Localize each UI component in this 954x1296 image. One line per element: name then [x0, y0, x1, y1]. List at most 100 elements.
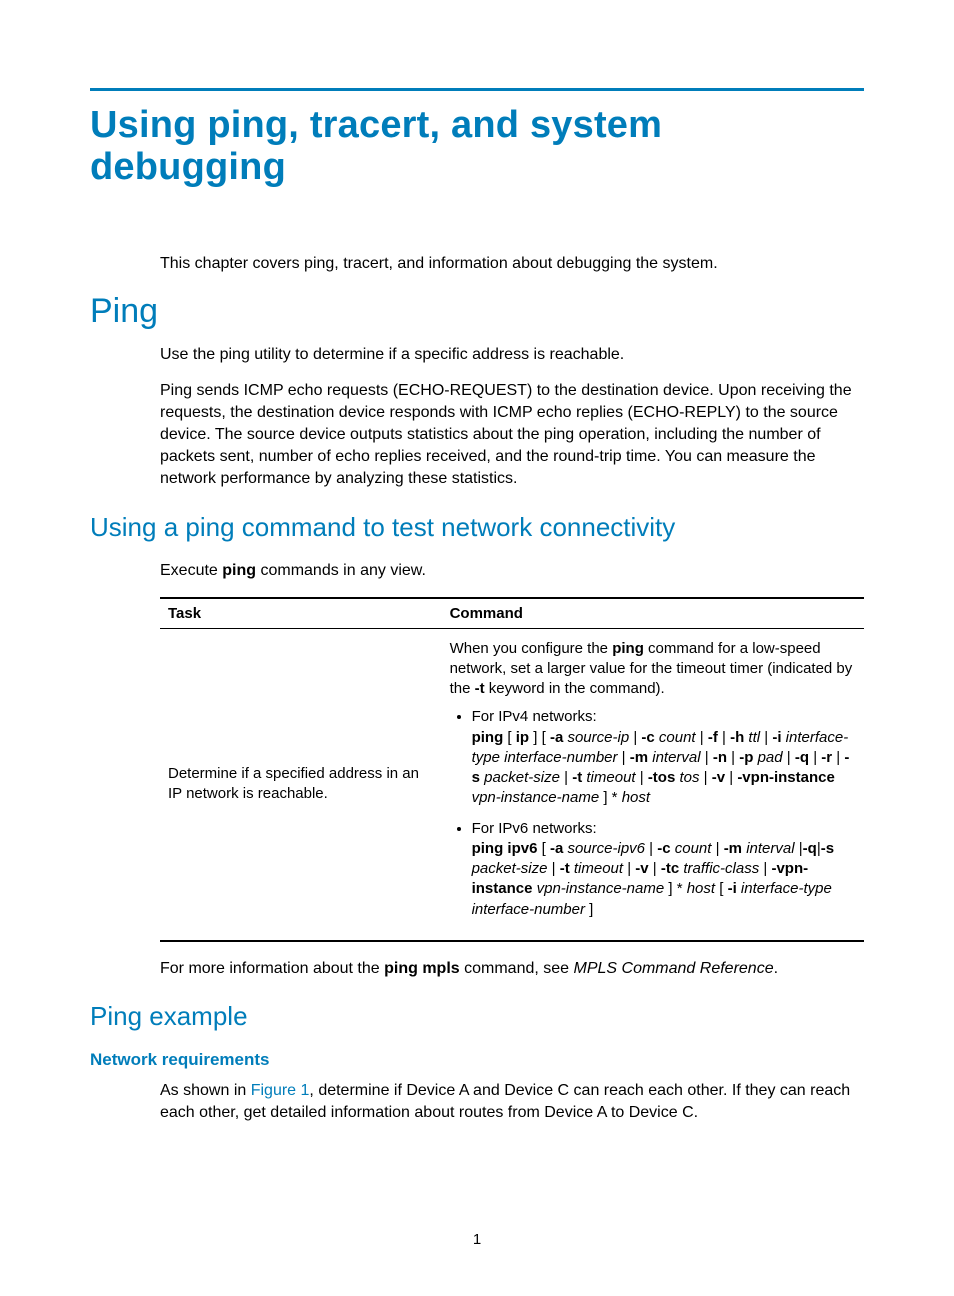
t: interval [648, 749, 701, 766]
t: vpn-instance-name [472, 789, 600, 806]
exec-pre: Execute [160, 562, 222, 579]
t: -v [712, 769, 725, 786]
exec-post: commands in any view. [256, 562, 426, 579]
t: -n [713, 749, 727, 766]
t: -tc [661, 860, 679, 877]
more-a: For more information about the [160, 960, 384, 977]
t: | [783, 749, 795, 766]
t: -m [630, 749, 648, 766]
t: -q [795, 749, 809, 766]
exec-bold: ping [222, 562, 256, 579]
ipv4-item: For IPv4 networks: ping [ ip ] [ -a sour… [472, 707, 856, 808]
t: -c [641, 729, 654, 746]
section-ping: Ping [90, 293, 864, 330]
t: -a [550, 840, 563, 857]
t: ping [472, 729, 504, 746]
t: ] * [664, 880, 687, 897]
t: | [618, 749, 630, 766]
t: -f [708, 729, 718, 746]
t: | [718, 729, 730, 746]
t: -h [730, 729, 744, 746]
t: [ [503, 729, 516, 746]
more-b: ping mpls [384, 960, 460, 977]
t: | [795, 840, 803, 857]
command-cell: When you configure the ping command for … [442, 628, 864, 941]
t: traffic-class [679, 860, 759, 877]
ping-p1: Use the ping utility to determine if a s… [160, 344, 864, 366]
t: | [696, 729, 708, 746]
ping-p2: Ping sends ICMP echo requests (ECHO-REQU… [160, 380, 864, 490]
t: tos [675, 769, 699, 786]
t: | [727, 749, 739, 766]
t: -t [560, 860, 570, 877]
t: | [711, 840, 723, 857]
figure-1-link[interactable]: Figure 1 [251, 1082, 310, 1099]
t: count [671, 840, 712, 857]
t: source-ipv6 [563, 840, 645, 857]
t: source-ip [563, 729, 629, 746]
t: ] * [599, 789, 622, 806]
more-d: MPLS Command Reference [574, 960, 774, 977]
t: packet-size [472, 860, 548, 877]
t: timeout [582, 769, 635, 786]
t: host [622, 789, 650, 806]
section-using-ping: Using a ping command to test network con… [90, 513, 864, 543]
t: packet-size [480, 769, 560, 786]
t: ping ipv6 [472, 840, 538, 857]
t: -t [572, 769, 582, 786]
t: -i [772, 729, 781, 746]
t: pad [753, 749, 782, 766]
pre-a: When you configure the [450, 640, 613, 657]
t: host [687, 880, 715, 897]
t: -a [550, 729, 563, 746]
t: -tos [648, 769, 676, 786]
t: [ [537, 840, 550, 857]
task-cell: Determine if a specified address in an I… [160, 628, 442, 941]
t: | [623, 860, 635, 877]
t: interval [742, 840, 795, 857]
ipv6-item: For IPv6 networks: ping ipv6 [ -a source… [472, 819, 856, 920]
t: vpn-instance-name [532, 880, 664, 897]
t: ] [ [529, 729, 550, 746]
t: -vpn-instance [737, 769, 835, 786]
table-header-row: Task Command [160, 598, 864, 629]
ipv6-label: For IPv6 networks: [472, 820, 597, 837]
page-title: Using ping, tracert, and system debuggin… [90, 105, 864, 189]
t: ip [516, 729, 529, 746]
t: | [649, 860, 661, 877]
t: ttl [744, 729, 760, 746]
pre-e: keyword in the command). [485, 680, 665, 697]
more-e: . [774, 960, 778, 977]
ipv4-label: For IPv4 networks: [472, 708, 597, 725]
t: -c [657, 840, 670, 857]
table-row: Determine if a specified address in an I… [160, 628, 864, 941]
command-table: Task Command Determine if a specified ad… [160, 597, 864, 942]
t: | [809, 749, 821, 766]
example-p1: As shown in Figure 1, determine if Devic… [160, 1080, 864, 1124]
t: timeout [570, 860, 623, 877]
example-p1a: As shown in [160, 1082, 251, 1099]
t: -m [724, 840, 742, 857]
more-info: For more information about the ping mpls… [160, 958, 864, 980]
t: | [547, 860, 559, 877]
t: | [701, 749, 713, 766]
network-requirements-heading: Network requirements [90, 1050, 864, 1070]
t: | [760, 729, 772, 746]
top-rule [90, 88, 864, 91]
exec-line: Execute ping commands in any view. [160, 560, 864, 582]
col-cmd: Command [442, 598, 864, 629]
t: | [759, 860, 771, 877]
pre-d: -t [475, 680, 485, 697]
intro-paragraph: This chapter covers ping, tracert, and i… [160, 253, 864, 275]
t: count [655, 729, 696, 746]
t: ] [585, 901, 593, 918]
t: | [725, 769, 737, 786]
t: [ [715, 880, 728, 897]
t: | [629, 729, 641, 746]
t: | [700, 769, 712, 786]
t: -i [728, 880, 737, 897]
page-number: 1 [0, 1231, 954, 1248]
t: | [832, 749, 844, 766]
pre-b: ping [612, 640, 644, 657]
t: -v [635, 860, 648, 877]
